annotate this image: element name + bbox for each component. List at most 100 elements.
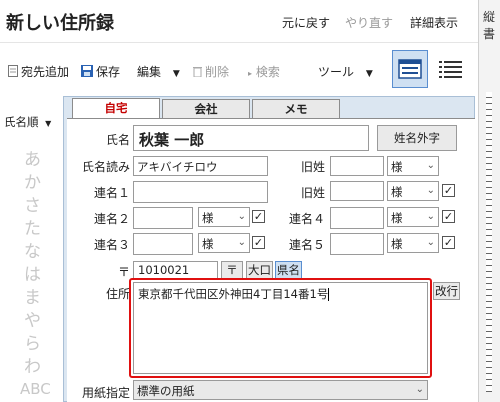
- save-label: 保存: [96, 65, 121, 79]
- kana-index-ka[interactable]: か: [24, 168, 41, 193]
- undo-button[interactable]: 元に戻す: [282, 14, 330, 31]
- joint3-field[interactable]: [133, 233, 193, 255]
- caret-down-icon: ▼: [45, 119, 52, 128]
- joint2-field[interactable]: [133, 207, 193, 229]
- paper-value: 標準の用紙: [137, 384, 195, 398]
- title-separator: [0, 42, 478, 43]
- joint2-checkbox[interactable]: ✓: [252, 210, 265, 223]
- joint4-field[interactable]: [330, 207, 384, 229]
- joint1-old-name-label: 旧姓: [300, 186, 325, 200]
- joint3-checkbox[interactable]: ✓: [252, 236, 265, 249]
- bulk-postal-button[interactable]: 大口: [246, 261, 273, 279]
- reading-label: 氏名読み: [81, 160, 130, 174]
- vertical-preview-label: 縦書: [483, 10, 496, 41]
- save-button[interactable]: 保存: [81, 63, 120, 80]
- joint2-honorific-select[interactable]: 様 ⌄: [198, 207, 250, 227]
- caret-down-icon: ▼: [365, 69, 373, 79]
- tools-menu-button[interactable]: ツール ▼: [318, 63, 373, 80]
- joint4-label: 連名４: [288, 212, 325, 226]
- paper-select[interactable]: 標準の用紙 ⌄: [133, 380, 428, 400]
- sort-order-label: 氏名順: [4, 115, 39, 129]
- kana-index-na[interactable]: な: [24, 237, 41, 262]
- joint3-honorific-value: 様: [202, 237, 214, 251]
- name-label: 氏名: [105, 133, 130, 147]
- delete-label: 削除: [205, 65, 230, 79]
- joint5-honorific-value: 様: [391, 237, 403, 251]
- joint1-checkbox[interactable]: ✓: [442, 184, 455, 197]
- card-view-icon: [398, 59, 422, 79]
- kana-index-abc[interactable]: ABC: [20, 380, 51, 398]
- chevron-down-icon: ⌄: [237, 237, 246, 248]
- delete-button[interactable]: 削除: [193, 63, 229, 80]
- joint2-honorific-value: 様: [202, 211, 214, 225]
- old-name-label: 旧姓: [300, 160, 325, 174]
- card-view-button[interactable]: [392, 50, 428, 88]
- kana-index-ra[interactable]: ら: [24, 329, 41, 354]
- edit-menu-button[interactable]: 編集 ▼: [137, 63, 180, 80]
- chevron-down-icon: ⌄: [237, 211, 246, 222]
- old-name-field[interactable]: [330, 156, 384, 176]
- kana-index-ha[interactable]: は: [24, 260, 41, 285]
- line-break-button[interactable]: 改行: [433, 282, 460, 300]
- joint5-label: 連名５: [288, 238, 325, 252]
- tab-memo[interactable]: メモ: [252, 99, 340, 118]
- chevron-down-icon: ⌄: [426, 211, 435, 222]
- search-label: 検索: [255, 65, 280, 79]
- paper-label: 用紙指定: [81, 386, 130, 400]
- list-view-button[interactable]: [434, 50, 470, 88]
- address-field[interactable]: 東京都千代田区外神田4丁目14番1号: [133, 282, 428, 374]
- name-external-char-button[interactable]: 姓名外字: [377, 125, 457, 151]
- chevron-down-icon: ⌄: [426, 237, 435, 248]
- chevron-down-icon: ⌄: [426, 160, 435, 171]
- add-recipient-label: 宛先追加: [21, 65, 70, 79]
- tab-home[interactable]: 自宅: [72, 98, 160, 119]
- address-text: 東京都千代田区外神田4丁目14番1号: [138, 287, 329, 301]
- kana-index-ma[interactable]: ま: [24, 283, 41, 308]
- document-icon: [8, 65, 18, 80]
- sort-order-menu[interactable]: 氏名順 ▼: [4, 114, 51, 130]
- add-recipient-button[interactable]: 宛先追加: [8, 63, 69, 80]
- search-button[interactable]: ▸ 検索: [248, 63, 280, 80]
- joint2-label: 連名２: [93, 212, 130, 226]
- kana-index-ya[interactable]: や: [24, 306, 41, 331]
- joint5-checkbox[interactable]: ✓: [442, 236, 455, 249]
- trash-icon: [193, 66, 202, 80]
- tools-label: ツール: [318, 65, 355, 79]
- honorific-value: 様: [391, 160, 403, 174]
- app-title: 新しい住所録: [6, 13, 114, 34]
- joint1-old-name-field[interactable]: [330, 181, 384, 201]
- edit-label: 編集: [137, 65, 162, 79]
- joint3-label: 連名３: [93, 238, 130, 252]
- joint5-honorific-select[interactable]: 様 ⌄: [387, 233, 439, 253]
- joint1-honorific-select[interactable]: 様 ⌄: [387, 181, 439, 201]
- kana-index-wa[interactable]: わ: [24, 352, 41, 377]
- tab-company[interactable]: 会社: [162, 99, 250, 118]
- joint1-field[interactable]: [133, 181, 268, 203]
- joint4-honorific-value: 様: [391, 211, 403, 225]
- name-field[interactable]: 秋葉 一郎: [133, 125, 369, 151]
- address-label: 住所: [105, 287, 130, 301]
- joint1-label: 連名１: [93, 186, 130, 200]
- kana-index-a[interactable]: あ: [24, 145, 41, 170]
- joint3-honorific-select[interactable]: 様 ⌄: [198, 233, 250, 253]
- detail-view-button[interactable]: 詳細表示: [410, 14, 458, 31]
- redo-button[interactable]: やり直す: [345, 14, 393, 31]
- postal-code-field[interactable]: 1010021: [133, 261, 218, 279]
- reading-field[interactable]: アキバイチロウ: [133, 156, 268, 176]
- text-cursor: [328, 288, 330, 301]
- prefecture-name-button[interactable]: 県名: [275, 261, 302, 279]
- floppy-icon: [81, 65, 93, 80]
- honorific-select[interactable]: 様 ⌄: [387, 156, 439, 176]
- joint5-field[interactable]: [330, 233, 384, 255]
- postal-mark-label: 〒: [117, 265, 130, 279]
- kana-index-sa[interactable]: さ: [24, 191, 41, 216]
- kana-index-ta[interactable]: た: [24, 214, 41, 239]
- chevron-down-icon: ⌄: [426, 185, 435, 196]
- caret-down-icon: ▼: [172, 69, 180, 79]
- joint4-honorific-select[interactable]: 様 ⌄: [387, 207, 439, 227]
- joint1-honorific-value: 様: [391, 185, 403, 199]
- joint4-checkbox[interactable]: ✓: [442, 210, 455, 223]
- chevron-down-icon: ⌄: [415, 384, 424, 395]
- vertical-ruler: [486, 92, 492, 392]
- postal-lookup-button[interactable]: 〒: [221, 261, 243, 279]
